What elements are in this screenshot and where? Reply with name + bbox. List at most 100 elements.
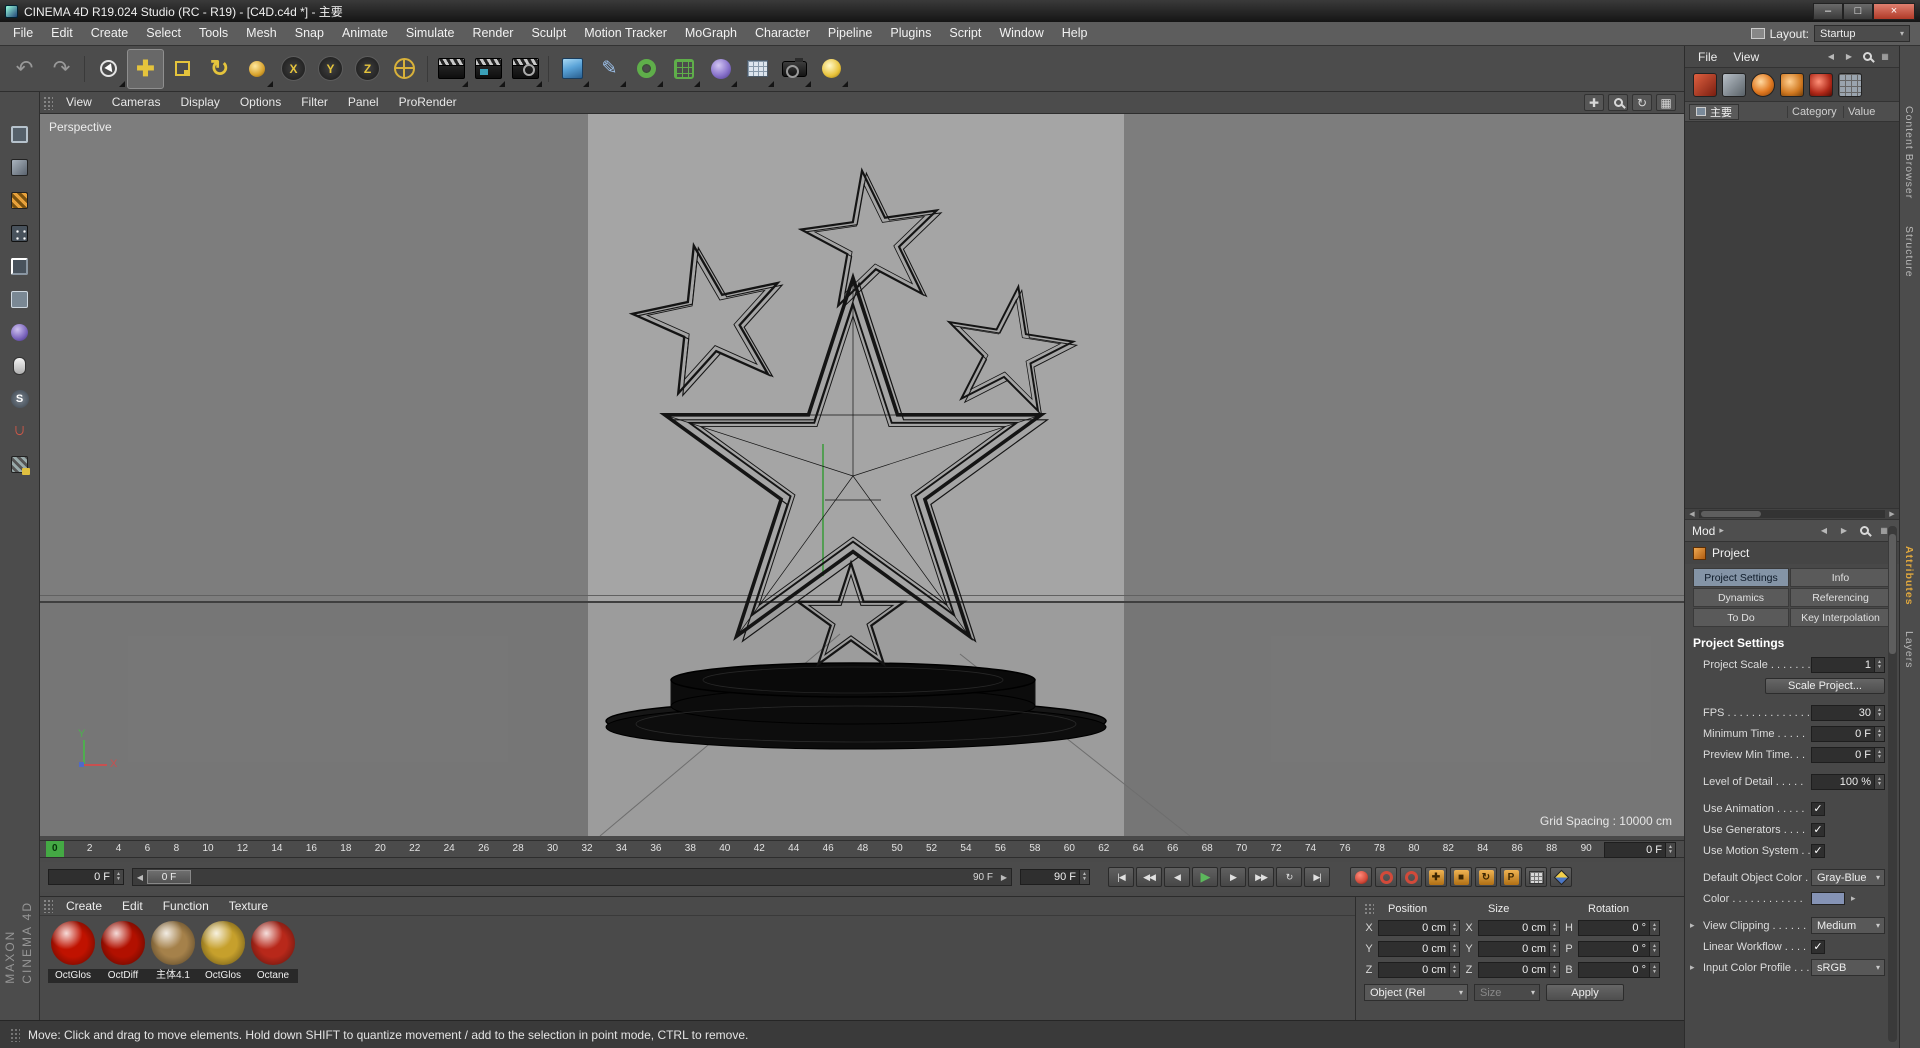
snap-button[interactable]: S [4, 384, 36, 413]
rotate-view-icon[interactable]: ↻ [1632, 94, 1652, 111]
timeline-frame-label[interactable]: 44 [788, 841, 799, 857]
fps-field[interactable]: 30 ▲ ▼ [1811, 704, 1885, 721]
render-picture-viewer-button[interactable] [470, 49, 507, 89]
history-back-icon[interactable]: ◀ [1816, 524, 1832, 538]
back-icon[interactable]: ◀ [1823, 50, 1839, 64]
axis-mode-button[interactable] [4, 318, 36, 347]
next-key-button[interactable]: ▶▶ [1248, 867, 1274, 887]
move-tool-button[interactable]: ✚ [127, 48, 164, 89]
goto-start-button[interactable]: |◀ [1108, 867, 1134, 887]
color-swatch[interactable] [1811, 892, 1845, 905]
maximize-button[interactable]: □ [1843, 2, 1873, 20]
project-scale-field[interactable]: 1 ▲ ▼ [1811, 656, 1885, 673]
material-swatch[interactable]: OctDiff [98, 921, 148, 983]
horizontal-scrollbar[interactable]: ◀ ▶ [1685, 508, 1899, 520]
tab-content-browser[interactable]: Content Browser [1903, 106, 1915, 199]
material-swatch[interactable]: OctGlos [48, 921, 98, 983]
timeline-frame-label[interactable]: 18 [340, 841, 351, 857]
current-frame-field[interactable]: 0 F ▲ ▼ [48, 869, 124, 885]
coordinate-mode-select[interactable]: Object (Rel ▾ [1364, 984, 1468, 1001]
timeline-frame-label[interactable]: 6 [145, 841, 151, 857]
timeline-frame-label[interactable]: 38 [685, 841, 696, 857]
timeline-frame-label[interactable]: 52 [926, 841, 937, 857]
loop-button[interactable]: ↻ [1276, 867, 1302, 887]
pan-view-icon[interactable]: ✚ [1584, 94, 1604, 111]
stepper-icon[interactable]: ▲ ▼ [1449, 962, 1459, 977]
edge-mode-button[interactable] [4, 252, 36, 281]
timeline-frame-label[interactable]: 72 [1271, 841, 1282, 857]
timeline-frame-label[interactable]: 56 [995, 841, 1006, 857]
magnet-snap-button[interactable]: ∩ [4, 417, 36, 446]
add-light-button[interactable] [813, 49, 850, 89]
material-swatch[interactable]: Octane [248, 921, 298, 983]
grip-icon[interactable] [1364, 902, 1374, 915]
timeline-frame-label[interactable]: 70 [1236, 841, 1247, 857]
material-menu-item[interactable]: Texture [219, 899, 278, 913]
preview-min-time-field[interactable]: 0 F ▲ ▼ [1811, 746, 1885, 763]
attribute-object-row[interactable]: Project [1685, 542, 1899, 564]
timeline-frame-label[interactable]: 60 [1064, 841, 1075, 857]
material-menu-item[interactable]: Create [56, 899, 112, 913]
timeline-frame-label[interactable]: 48 [857, 841, 868, 857]
default-object-color-select[interactable]: Gray-Blue ▾ [1811, 869, 1885, 886]
expander-icon[interactable]: ▸ [1690, 962, 1695, 973]
menu-item[interactable]: Snap [286, 22, 333, 45]
timeline-frame-label[interactable]: 86 [1512, 841, 1523, 857]
redo-button[interactable]: ↷ [43, 49, 80, 89]
timeline-frame-label[interactable]: 8 [174, 841, 180, 857]
tab-project-settings[interactable]: Project Settings [1693, 568, 1789, 587]
model-mode-button[interactable] [4, 153, 36, 182]
grip-icon[interactable] [43, 899, 53, 913]
lock-z-button[interactable]: Z [349, 49, 386, 89]
level-of-detail-field[interactable]: 100 % ▲ ▼ [1811, 773, 1885, 790]
timeline-frame-label[interactable]: 68 [1202, 841, 1213, 857]
timeline-frame-label[interactable]: 26 [478, 841, 489, 857]
timeline-frame-label[interactable]: 28 [513, 841, 524, 857]
timeline-frame-label[interactable]: 12 [237, 841, 248, 857]
category-column-header[interactable]: Category [1787, 105, 1839, 118]
viewport-solo-button[interactable] [4, 351, 36, 380]
tab-referencing[interactable]: Referencing [1790, 588, 1891, 607]
material-sphere-icon[interactable] [151, 921, 195, 965]
vertical-scrollbar[interactable] [1888, 526, 1897, 1042]
panel-layout-icon[interactable]: ▦ [1877, 50, 1893, 64]
tab-structure[interactable]: Structure [1903, 226, 1915, 278]
use-animation-checkbox[interactable]: ✓ [1811, 801, 1825, 816]
minimize-button[interactable]: – [1813, 2, 1843, 20]
polygon-mode-button[interactable] [4, 285, 36, 314]
menu-item[interactable]: Script [940, 22, 990, 45]
value-column-header[interactable]: Value [1843, 105, 1895, 118]
slider-thumb[interactable]: 0 F [147, 870, 191, 884]
add-scene-object-button[interactable] [739, 49, 776, 89]
next-frame-button[interactable]: ▶ [1220, 867, 1246, 887]
texture-preset-icon[interactable] [1809, 72, 1833, 97]
size-field[interactable]: 0 cm ▲ ▼ [1478, 919, 1560, 936]
viewport-menu-item[interactable]: ProRender [389, 92, 467, 113]
make-editable-button[interactable] [4, 120, 36, 149]
timeline-frame-label[interactable]: 40 [719, 841, 730, 857]
tab-layers[interactable]: Layers [1903, 631, 1915, 669]
timeline-frame-label[interactable]: 0 [46, 841, 64, 857]
goto-end-button[interactable]: ▶| [1304, 867, 1330, 887]
menu-item[interactable]: Character [746, 22, 819, 45]
menu-item[interactable]: Window [990, 22, 1052, 45]
viewport-menu-item[interactable]: Cameras [102, 92, 171, 113]
forward-icon[interactable]: ▶ [1841, 50, 1857, 64]
viewport[interactable]: Perspective Grid Spacing : 10000 cm Y X [40, 114, 1684, 836]
position-field[interactable]: 0 cm ▲ ▼ [1378, 919, 1460, 936]
size-field[interactable]: 0 cm ▲ ▼ [1478, 961, 1560, 978]
mode-menu[interactable]: Mod [1692, 524, 1715, 538]
model-preset-icon[interactable] [1722, 72, 1746, 97]
search-icon[interactable] [1856, 524, 1872, 538]
timeline-frame-label[interactable]: 42 [754, 841, 765, 857]
rotation-field[interactable]: 0 ° ▲ ▼ [1578, 940, 1660, 957]
apply-button[interactable]: Apply [1546, 984, 1624, 1001]
viewport-menu-item[interactable]: View [56, 92, 102, 113]
texture-mode-button[interactable] [4, 186, 36, 215]
use-generators-checkbox[interactable]: ✓ [1811, 822, 1825, 837]
autokeying-button[interactable] [1375, 867, 1397, 887]
timeline-frame-label[interactable]: 84 [1477, 841, 1488, 857]
timeline-frame-label[interactable]: 2 [87, 841, 93, 857]
stepper-icon[interactable]: ▲ ▼ [1649, 941, 1659, 956]
add-deformer-button[interactable] [702, 49, 739, 89]
